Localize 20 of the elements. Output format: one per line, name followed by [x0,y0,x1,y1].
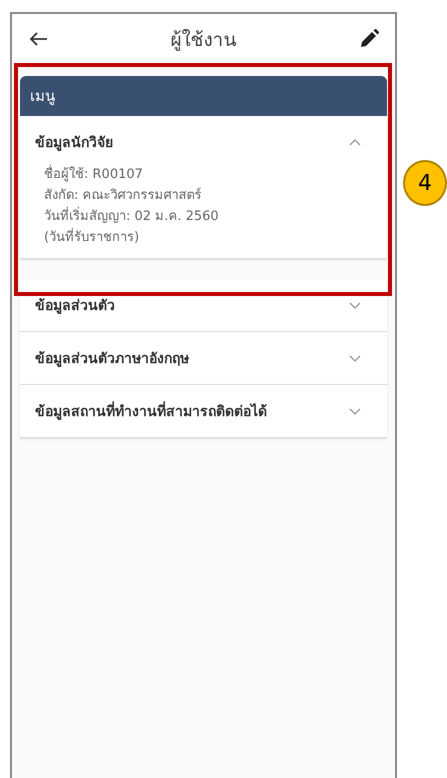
chevron-down-icon[interactable] [349,302,361,308]
detail-line: สังกัด: คณะวิศวกรรมศาสตร์ [44,186,203,205]
screen-title: ผู้ใช้งาน [170,28,236,53]
section-title: ข้อมูลสถานที่ทำงานที่สามารถติดต่อได้ [35,400,267,422]
section-header[interactable]: ข้อมูลส่วนตัว [20,279,387,331]
section-title: ข้อมูลส่วนตัว [35,297,115,316]
callout-badge: 4 [403,160,447,206]
section-title: ข้อมูลนักวิจัย [35,134,113,153]
section-header[interactable]: ข้อมูลส่วนตัวภาษาอังกฤษ [20,332,387,384]
chevron-up-icon[interactable] [349,138,361,146]
detail-line: วันที่เริ่มสัญญา: 02 ม.ค. 2560 [44,206,387,227]
chevron-down-icon[interactable] [349,354,361,362]
back-arrow-icon[interactable] [30,32,48,46]
detail-line: (วันที่รับราชการ) [44,227,387,248]
chevron-down-icon[interactable] [349,408,361,414]
detail-line: ชื่อผู้ใช้: R00107 [44,164,387,185]
section-title: ข้อมูลส่วนตัวภาษาอังกฤษ [35,350,189,369]
edit-icon[interactable] [359,29,379,49]
section-header[interactable]: ข้อมูลสถานที่ทำงานที่สามารถติดต่อได้ [20,385,387,437]
menu-title: เมนู [30,86,55,107]
